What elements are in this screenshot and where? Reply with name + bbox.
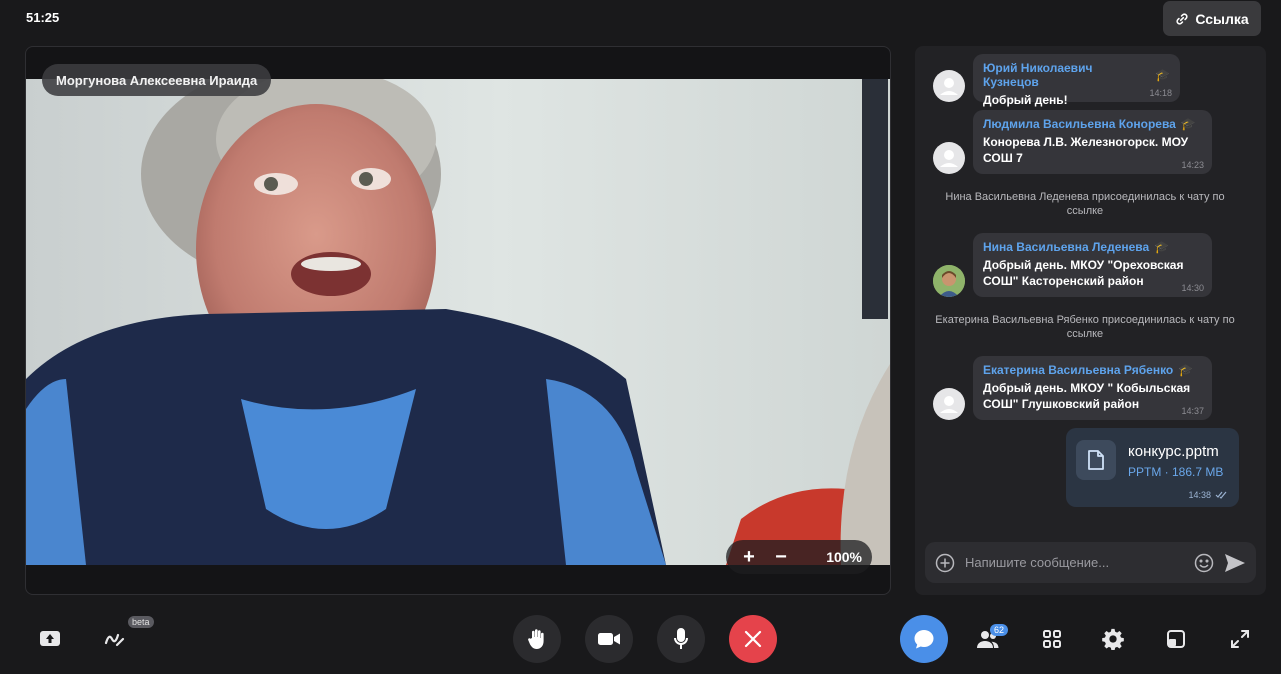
teacher-cap-icon: 🎓 (1178, 363, 1194, 377)
microphone-icon (674, 628, 688, 649)
teacher-cap-icon: 🎓 (1155, 68, 1170, 82)
message-bubble: Юрий Николаевич Кузнецов 🎓 Добрый день! 1… (973, 54, 1180, 107)
avatar (933, 70, 965, 102)
system-message: Нина Васильевна Леденева присоединилась … (945, 191, 1225, 217)
end-call-button[interactable] (729, 615, 777, 663)
raise-hand-button[interactable] (513, 615, 561, 663)
user-placeholder-icon (940, 396, 958, 413)
zoom-in-button[interactable]: + (740, 547, 758, 567)
grid-icon (1043, 630, 1061, 648)
teacher-cap-icon: 🎓 (1180, 117, 1196, 131)
send-icon[interactable] (1224, 553, 1246, 573)
message-bubble: Екатерина Васильевна Рябенко 🎓 Добрый ден… (973, 356, 1212, 420)
message-time: 14:23 (1181, 160, 1204, 170)
message-text: Добрый день! (983, 93, 1068, 107)
message-text: Конорева Л.В. Железногорск. МОУ СОШ 7 (983, 135, 1189, 165)
settings-button[interactable] (1101, 627, 1125, 651)
zoom-level: 100% (826, 549, 862, 565)
close-icon (744, 630, 762, 648)
chat-bubble-icon (914, 630, 934, 649)
expand-icon (1231, 630, 1249, 648)
zoom-out-button[interactable]: − (772, 547, 790, 567)
video-tile[interactable]: Моргунова Алексеевна Ираида + − 100% (25, 46, 891, 595)
camera-toggle-button[interactable] (585, 615, 633, 663)
message-bubble: Людмила Васильевна Конорева 🎓 Конорева Л.… (973, 110, 1212, 174)
message-bubble: Нина Васильевна Леденева 🎓 Добрый день. М… (973, 233, 1212, 297)
chat-panel: Юрий Николаевич Кузнецов 🎓 Добрый день! 1… (915, 46, 1266, 595)
user-placeholder-icon (940, 150, 958, 167)
file-meta: PPTM · 186.7 MB (1128, 465, 1224, 479)
message-time: 14:18 (1149, 88, 1172, 98)
chat-message: Людмила Васильевна Конорева 🎓 Конорева Л.… (933, 110, 1212, 174)
message-author: Юрий Николаевич Кузнецов 🎓 (983, 61, 1170, 89)
link-icon (1176, 12, 1188, 25)
file-time: 14:38 (1188, 490, 1227, 500)
user-placeholder-icon (940, 78, 958, 95)
message-author: Людмила Васильевна Конорева 🎓 (983, 117, 1196, 131)
chat-message: Екатерина Васильевна Рябенко 🎓 Добрый ден… (933, 356, 1212, 420)
message-composer (925, 542, 1256, 583)
microphone-toggle-button[interactable] (657, 615, 705, 663)
zoom-control: + − 100% (726, 540, 872, 574)
call-timer: 51:25 (26, 10, 60, 25)
message-author: Нина Васильевна Леденева 🎓 (983, 240, 1170, 254)
avatar (933, 388, 965, 420)
message-time: 14:37 (1181, 406, 1204, 416)
message-text: Добрый день. МКОУ "Ореховская СОШ" Касто… (983, 258, 1184, 288)
message-input[interactable] (965, 555, 1184, 570)
chat-message: Нина Васильевна Леденева 🎓 Добрый день. М… (933, 233, 1212, 297)
user-photo-avatar (933, 265, 965, 297)
fullscreen-button[interactable] (1228, 627, 1252, 651)
video-camera-icon (598, 633, 620, 645)
double-check-icon (1215, 491, 1227, 499)
participant-name-tag: Моргунова Алексеевна Ираида (42, 64, 272, 96)
file-message[interactable]: конкурс.pptm PPTM · 186.7 MB 14:38 (1066, 428, 1239, 507)
emoji-icon[interactable] (1194, 553, 1214, 573)
document-icon (1076, 440, 1116, 480)
attach-plus-icon[interactable] (935, 553, 955, 573)
chat-message: Юрий Николаевич Кузнецов 🎓 Добрый день! 1… (933, 54, 1180, 107)
layout-grid-button[interactable] (1040, 627, 1064, 651)
hand-icon (528, 629, 544, 649)
screen-share-button[interactable] (38, 627, 62, 651)
picture-in-picture-button[interactable] (1164, 627, 1188, 651)
avatar (933, 265, 965, 297)
copy-link-label: Ссылка (1195, 10, 1249, 27)
message-author: Екатерина Васильевна Рябенко 🎓 (983, 363, 1194, 377)
participants-count-badge: 62 (990, 624, 1009, 636)
beta-badge: beta (128, 616, 154, 628)
gear-icon (1102, 628, 1124, 650)
teacher-cap-icon: 🎓 (1154, 240, 1170, 254)
avatar (933, 142, 965, 174)
pip-icon (1167, 630, 1185, 648)
upload-screen-icon (40, 631, 60, 646)
message-time: 14:30 (1181, 283, 1204, 293)
whiteboard-button[interactable] (102, 627, 126, 651)
copy-link-button[interactable]: Ссылка (1163, 1, 1261, 36)
chat-toggle-button[interactable] (900, 615, 948, 663)
whiteboard-icon (104, 633, 125, 647)
video-stream (26, 79, 890, 565)
system-message: Екатерина Васильевна Рябенко присоединил… (935, 314, 1235, 340)
message-text: Добрый день. МКОУ " Кобыльская СОШ" Глуш… (983, 381, 1191, 411)
file-name: конкурс.pptm (1128, 443, 1219, 460)
